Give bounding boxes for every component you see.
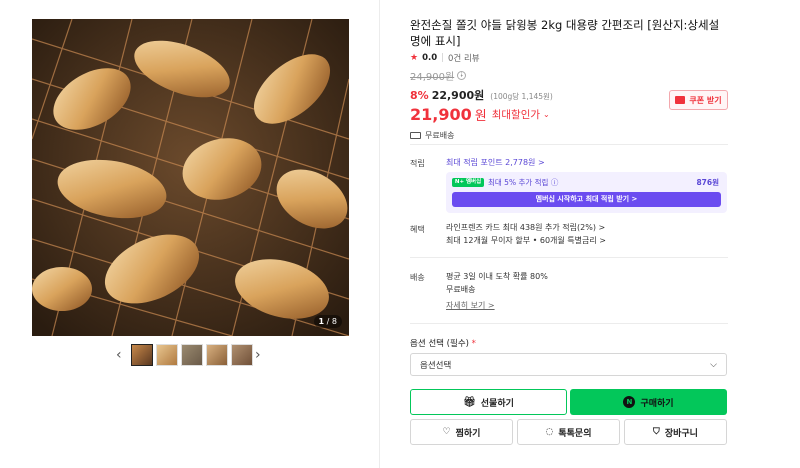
column-divider <box>379 0 380 468</box>
delivery-detail-link[interactable]: 자세히 보기 > <box>446 299 495 312</box>
delivery-label: 배송 <box>410 273 425 282</box>
coupon-icon <box>675 96 686 104</box>
option-select[interactable]: 옵션선택 ⌵ <box>410 353 727 376</box>
product-main-image[interactable]: 1 / 8 <box>32 19 349 336</box>
original-price: 24,900원 <box>410 72 455 83</box>
membership-box: N+ 멤버십 최대 5% 추가 적립 ⓘ 876원 멤버십 시작하고 최대 적립… <box>446 172 727 213</box>
delivery-estimate: 평균 3일 이내 도착 확률 80% <box>446 272 548 281</box>
unit-price: (100g당 1,145원) <box>490 92 553 101</box>
chevron-down-icon: ⌄ <box>543 110 550 119</box>
thumbnail[interactable] <box>231 344 253 366</box>
coupon-button[interactable]: 쿠폰 받기 <box>669 90 728 110</box>
membership-extra-points: 최대 5% 추가 적립 ⓘ <box>488 178 559 187</box>
talk-label: 톡톡문의 <box>558 428 592 439</box>
buy-label: 구매하기 <box>640 398 674 409</box>
max-discount-label: 최대할인가 <box>491 109 541 121</box>
rating-score: 0.0 <box>422 53 438 63</box>
buy-button[interactable]: N 구매하기 <box>570 389 727 415</box>
divider: | <box>441 53 445 63</box>
star-icon: ★ <box>410 53 419 63</box>
gift-button[interactable]: 🎁︎ 선물하기 <box>410 389 567 415</box>
option-select-value: 옵션선택 <box>420 360 452 371</box>
gift-label: 선물하기 <box>480 398 514 409</box>
image-counter: 1 / 8 <box>313 315 342 328</box>
thumbnail-strip <box>131 344 253 366</box>
final-price-unit: 원 <box>474 109 487 124</box>
product-info: 완전손질 쫄깃 야들 닭윙봉 2kg 대용량 간편조리 [원산지:상세설명에 표… <box>410 17 728 141</box>
membership-start-button[interactable]: 멤버십 시작하고 최대 적립 받기 > <box>452 192 721 207</box>
thumbnail[interactable] <box>181 344 203 366</box>
thumbnail[interactable] <box>206 344 228 366</box>
truck-icon <box>410 132 421 139</box>
gallery-prev-icon[interactable]: ‹ <box>116 347 122 363</box>
discount-rate: 8% <box>410 89 429 102</box>
cart-label: 장바구니 <box>664 428 698 439</box>
divider <box>410 144 728 145</box>
review-count: 0건 리뷰 <box>448 54 480 64</box>
membership-amount: 876원 <box>696 178 719 187</box>
product-title: 완전손질 쫄깃 야들 닭윙봉 2kg 대용량 간편조리 [원산지:상세설명에 표… <box>410 18 720 48</box>
sale-price: 22,900원 <box>431 89 485 102</box>
heart-icon: ♡ <box>442 427 451 437</box>
divider <box>410 257 728 258</box>
gallery-next-icon[interactable]: › <box>255 347 261 363</box>
grilled-wings-photo <box>32 19 349 336</box>
thumbnail[interactable] <box>131 344 153 366</box>
delivery-fee: 무료배송 <box>446 285 476 294</box>
chat-icon: ◌ <box>545 427 554 437</box>
final-price: 21,900 <box>410 105 472 124</box>
shipping-text: 무료배송 <box>425 131 455 140</box>
chevron-down-icon: ⌵ <box>710 359 717 370</box>
original-price-row: 24,900원 i <box>410 68 728 83</box>
option-label: 옵션 선택 (필수) * <box>410 339 476 349</box>
points-label: 적립 <box>410 159 425 168</box>
cart-icon: ⛉ <box>653 427 660 437</box>
cart-button[interactable]: ⛉ 장바구니 <box>624 419 727 445</box>
shipping-row: 무료배송 <box>410 130 728 141</box>
benefit-card-link[interactable]: 라인프렌즈 카드 최대 438원 추가 적립(2%) > <box>446 221 605 234</box>
coupon-label: 쿠폰 받기 <box>689 95 722 105</box>
rating-row[interactable]: ★ 0.0 | 0건 리뷰 <box>410 52 728 64</box>
talk-inquiry-button[interactable]: ◌ 톡톡문의 <box>517 419 620 445</box>
benefit-label: 혜택 <box>410 225 425 234</box>
divider <box>410 323 728 324</box>
info-icon[interactable]: i <box>457 71 467 80</box>
max-points-link[interactable]: 최대 적립 포인트 2,778원 > <box>446 156 545 169</box>
wishlist-button[interactable]: ♡ 찜하기 <box>410 419 513 445</box>
wish-label: 찜하기 <box>455 428 481 439</box>
benefit-installment-link[interactable]: 최대 12개월 무이자 할부 • 60개월 특별금리 > <box>446 234 606 247</box>
thumbnail[interactable] <box>156 344 178 366</box>
naver-pay-icon: N <box>623 396 636 408</box>
gift-icon: 🎁︎ <box>463 396 476 408</box>
naver-plus-badge: N+ 멤버십 <box>452 178 484 187</box>
